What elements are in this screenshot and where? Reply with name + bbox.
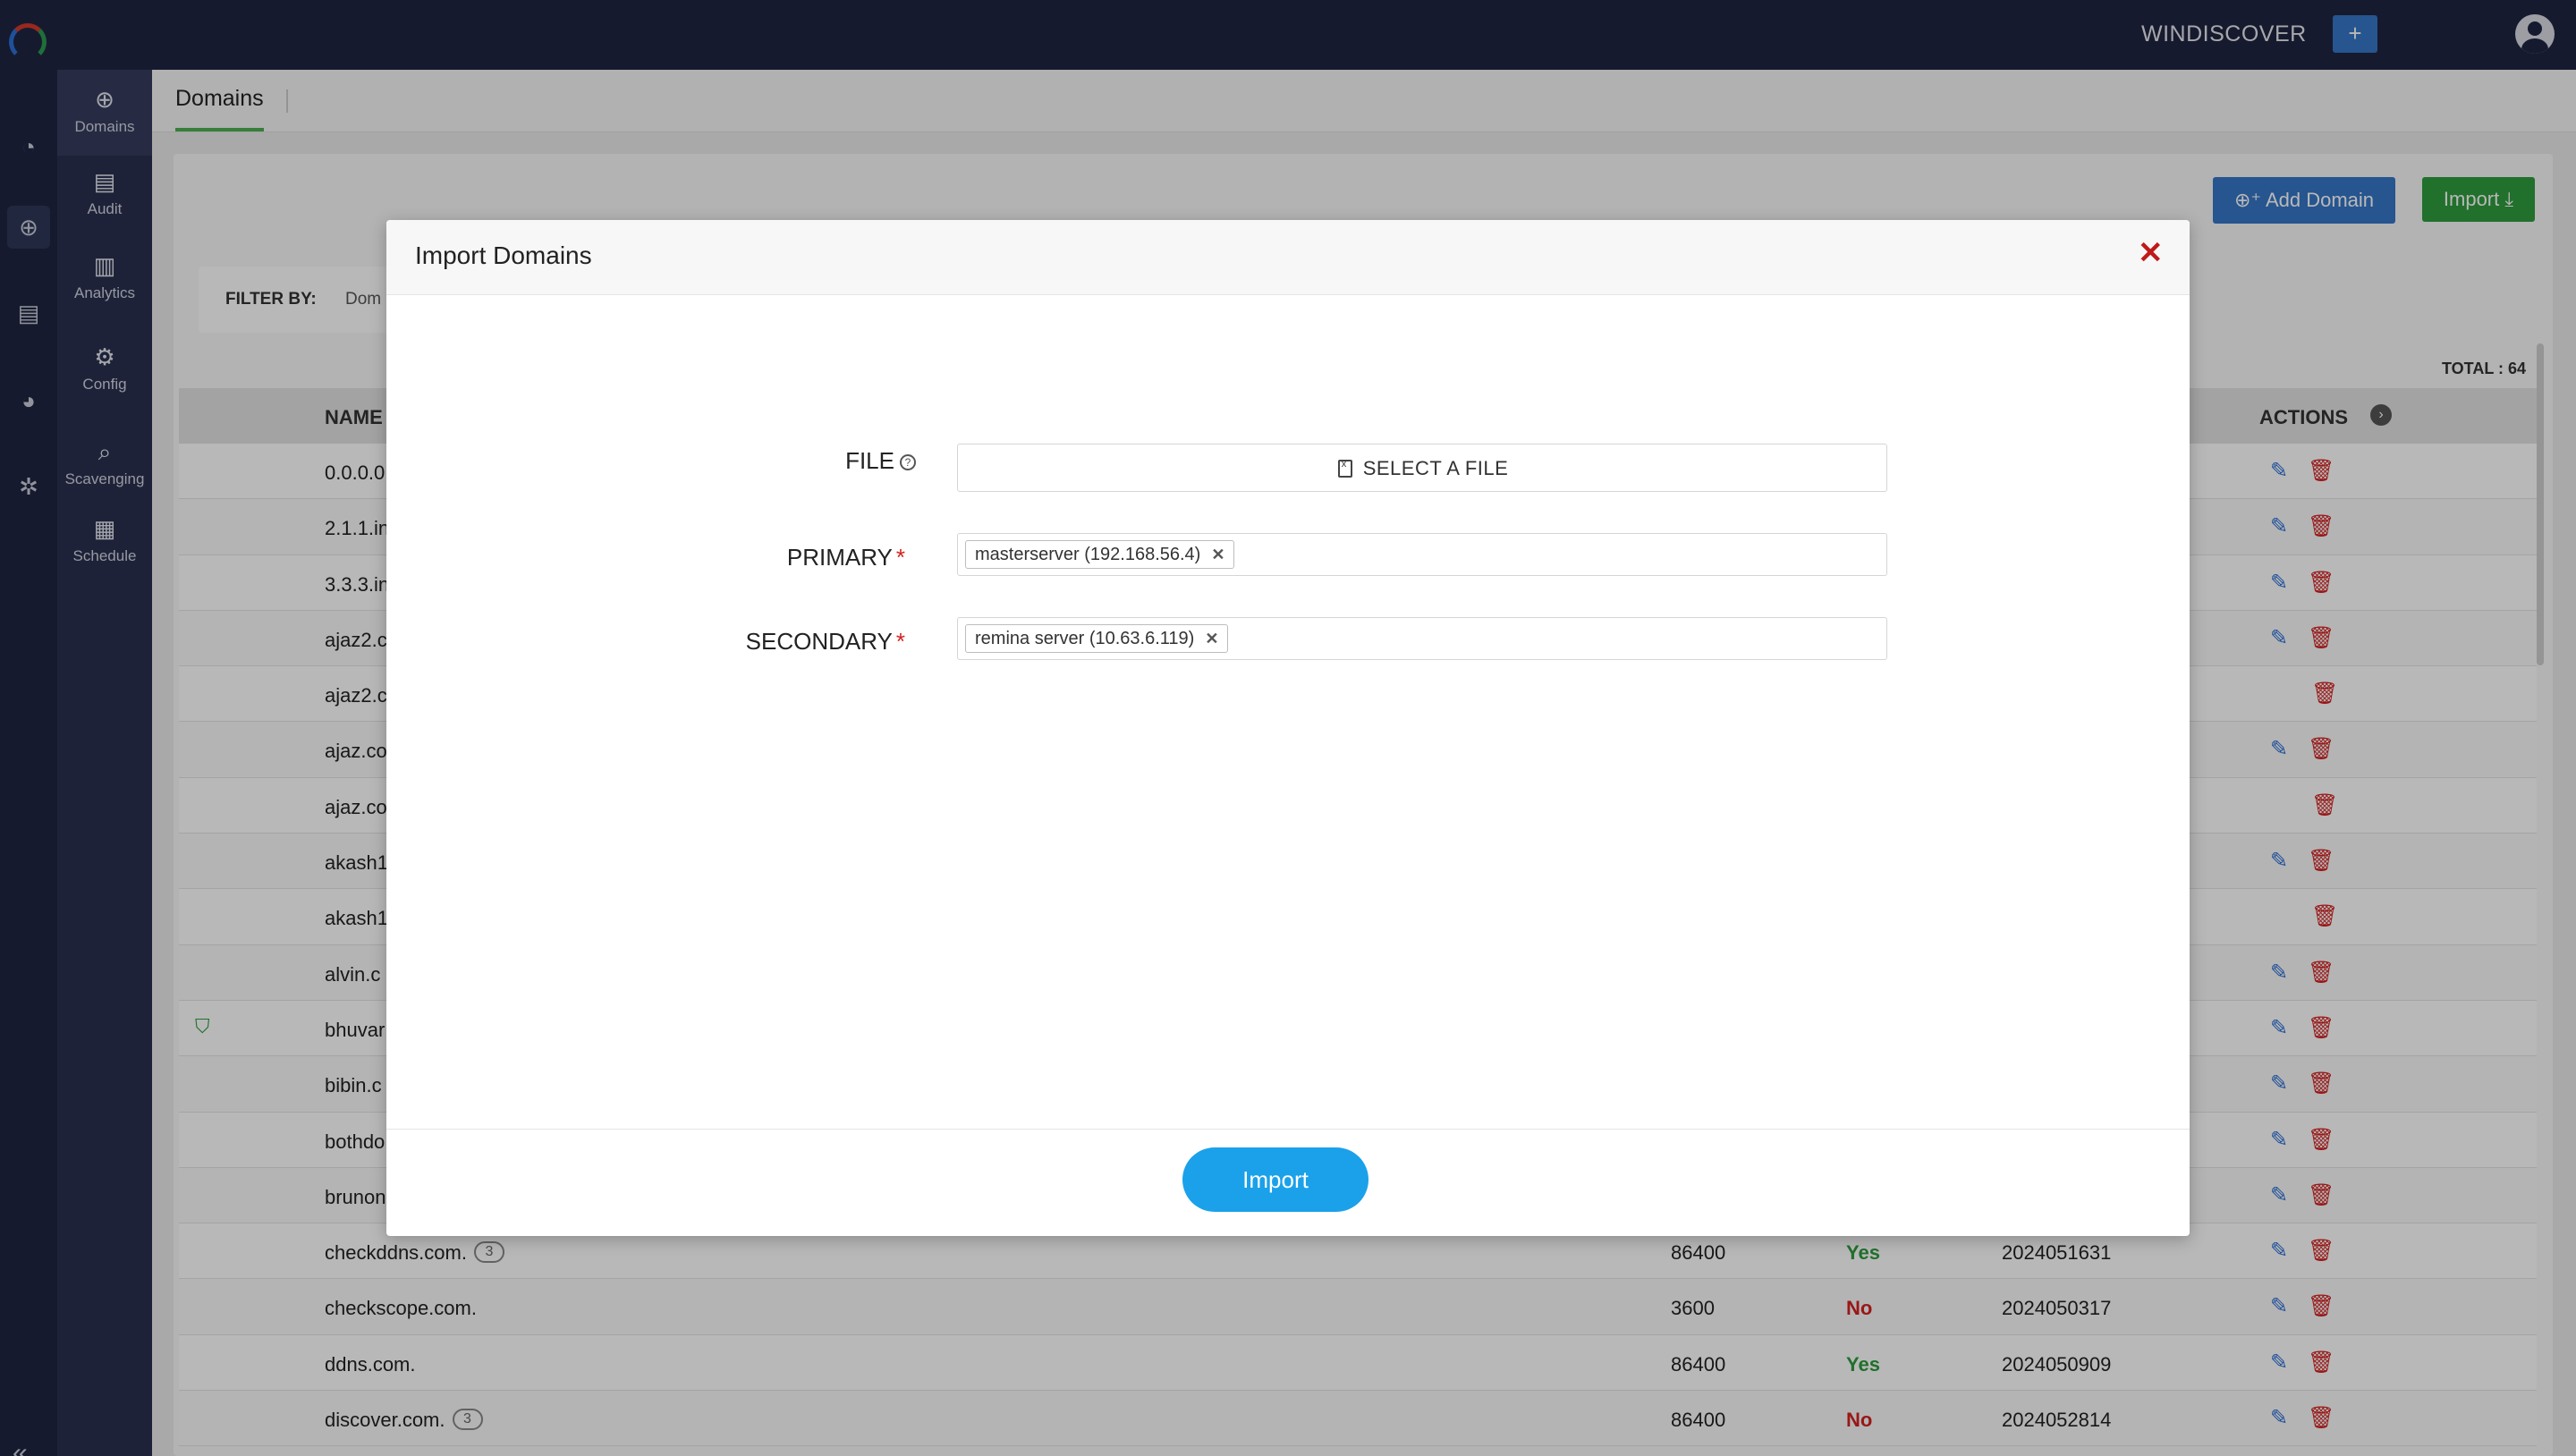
secondary-tag-label: remina server (10.63.6.119)	[975, 629, 1195, 648]
primary-label-text: PRIMARY	[786, 544, 893, 571]
import-domains-modal: Import Domains ✕ FILE? SELECT A FILE PRI…	[386, 220, 2190, 1236]
remove-tag-icon[interactable]: ✕	[1211, 541, 1224, 568]
remove-tag-icon[interactable]: ✕	[1205, 625, 1218, 652]
file-label: FILE?	[648, 447, 916, 475]
modal-title: Import Domains	[415, 241, 592, 269]
required-marker: *	[895, 628, 905, 655]
primary-label: PRIMARY *	[637, 544, 905, 571]
help-icon[interactable]: ?	[900, 454, 916, 471]
secondary-label: SECONDARY *	[637, 628, 905, 656]
required-marker: *	[895, 544, 905, 571]
primary-server-select[interactable]: masterserver (192.168.56.4) ✕	[957, 533, 1887, 576]
file-label-text: FILE	[845, 447, 894, 474]
secondary-server-tag: remina server (10.63.6.119) ✕	[965, 624, 1229, 653]
close-icon[interactable]: ✕	[2138, 238, 2164, 268]
modal-header: Import Domains ✕	[386, 220, 2190, 295]
select-file-label: SELECT A FILE	[1362, 457, 1509, 479]
select-file-button[interactable]: SELECT A FILE	[957, 444, 1887, 492]
secondary-server-select[interactable]: remina server (10.63.6.119) ✕	[957, 617, 1887, 660]
excel-file-icon	[1337, 459, 1352, 478]
primary-tag-label: masterserver (192.168.56.4)	[975, 545, 1201, 564]
secondary-label-text: SECONDARY	[745, 628, 893, 655]
import-submit-button[interactable]: Import	[1182, 1147, 1368, 1212]
modal-footer: Import	[386, 1129, 2190, 1236]
select-file-content: SELECT A FILE	[958, 457, 1888, 480]
primary-server-tag: masterserver (192.168.56.4) ✕	[965, 540, 1235, 569]
